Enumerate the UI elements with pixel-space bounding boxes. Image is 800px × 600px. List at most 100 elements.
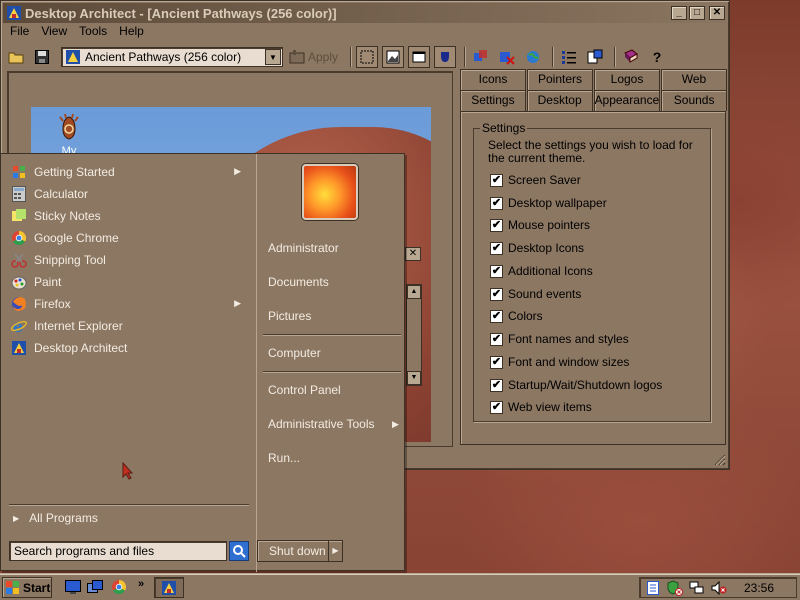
snipping-tool-icon [11, 252, 27, 268]
checkmark-icon[interactable]: ✔ [490, 400, 503, 414]
places-computer[interactable]: Computer [268, 343, 398, 363]
switch-windows-icon[interactable] [86, 579, 104, 595]
window-icon[interactable] [408, 46, 431, 68]
tab-appearance[interactable]: Appearance [593, 90, 661, 111]
program-getting-started[interactable]: Getting Started ▶ [11, 161, 249, 182]
places-administrative-tools[interactable]: Administrative Tools ▶ [268, 414, 399, 434]
volume-muted-icon[interactable] [710, 580, 728, 596]
menu-help[interactable]: Help [119, 24, 144, 42]
chrome-icon[interactable] [110, 579, 128, 595]
checkmark-icon[interactable]: ✔ [490, 378, 503, 392]
checkmark-icon[interactable]: ✔ [490, 241, 503, 255]
refresh-icon[interactable] [470, 46, 492, 68]
globe-icon[interactable] [522, 46, 544, 68]
start-search-input[interactable]: Search programs and files [9, 541, 227, 561]
program-firefox[interactable]: Firefox ▶ [11, 293, 249, 314]
taskbar: Start » 23:56 [0, 573, 800, 600]
menu-view[interactable]: View [41, 24, 67, 42]
checkbox-web-view[interactable]: ✔ Web view items [490, 398, 592, 416]
screensaver-icon[interactable] [356, 46, 379, 68]
tab-desktop[interactable]: Desktop [526, 90, 593, 111]
places-pictures[interactable]: Pictures [268, 306, 398, 326]
program-internet-explorer[interactable]: e Internet Explorer [11, 315, 123, 336]
checkbox-mouse-pointers[interactable]: ✔ Mouse pointers [490, 216, 590, 234]
security-shield-icon[interactable] [666, 579, 684, 596]
checkmark-icon[interactable]: ✔ [490, 173, 503, 187]
menu-tools[interactable]: Tools [79, 24, 107, 42]
window-title: Desktop Architect - [Ancient Pathways (2… [25, 5, 337, 21]
checkbox-additional-icons[interactable]: ✔ Additional Icons [490, 262, 593, 280]
tab-logos[interactable]: Logos [594, 69, 660, 90]
taskbar-button-desktop-architect[interactable] [154, 577, 184, 598]
sticky-notes-icon [11, 208, 27, 224]
notepad-icon[interactable] [644, 580, 662, 596]
program-desktop-architect[interactable]: Desktop Architect [11, 337, 127, 358]
wallpaper-icon[interactable] [382, 46, 405, 68]
minimize-button[interactable]: _ [671, 6, 687, 20]
tab-pointers[interactable]: Pointers [527, 69, 593, 90]
all-programs-button[interactable]: ▶ All Programs [13, 511, 98, 525]
toolbar: Ancient Pathways (256 color) ▼ Apply ? [5, 44, 725, 70]
settings-group: Settings Select the settings you wish to… [473, 121, 711, 422]
checkmark-icon[interactable]: ✔ [490, 332, 503, 346]
start-button[interactable]: Start [2, 577, 52, 598]
checkbox-font-names[interactable]: ✔ Font names and styles [490, 330, 629, 348]
maximize-button[interactable]: □ [689, 6, 705, 20]
network-icon[interactable] [688, 580, 706, 596]
title-bar[interactable]: Desktop Architect - [Ancient Pathways (2… [3, 3, 727, 23]
calculator-icon [11, 185, 27, 202]
preview-scrollbar: ▲ ▼ [406, 284, 422, 386]
program-snipping-tool[interactable]: Snipping Tool [11, 249, 106, 270]
system-clock[interactable]: 23:56 [744, 581, 774, 595]
tab-web[interactable]: Web [661, 69, 727, 90]
checkmark-icon[interactable]: ✔ [490, 196, 503, 210]
checkmark-icon[interactable]: ✔ [490, 287, 503, 301]
checkbox-colors[interactable]: ✔ Colors [490, 307, 543, 325]
desktop-architect-icon [6, 5, 22, 21]
tab-sounds[interactable]: Sounds [661, 90, 728, 111]
theme-select[interactable]: Ancient Pathways (256 color) ▼ [61, 47, 283, 67]
places-documents[interactable]: Documents [268, 272, 398, 292]
delete-icon[interactable] [496, 46, 518, 68]
checkbox-screen-saver[interactable]: ✔ Screen Saver [490, 171, 581, 189]
places-administrator[interactable]: Administrator [268, 238, 398, 258]
checkbox-sound-events[interactable]: ✔ Sound events [490, 285, 581, 303]
checkbox-logos[interactable]: ✔ Startup/Wait/Shutdown logos [490, 376, 662, 394]
properties-icon[interactable] [584, 46, 606, 68]
close-button[interactable]: ✕ [709, 6, 725, 20]
places-run[interactable]: Run... [268, 448, 398, 468]
checkbox-desktop-icons[interactable]: ✔ Desktop Icons [490, 239, 584, 257]
program-google-chrome[interactable]: Google Chrome [11, 227, 119, 248]
search-icon[interactable] [229, 541, 249, 561]
dropdown-icon[interactable]: ▼ [265, 49, 281, 65]
all-programs-arrow-icon: ▶ [13, 513, 20, 523]
checkbox-desktop-wallpaper[interactable]: ✔ Desktop wallpaper [490, 194, 607, 212]
tab-icons[interactable]: Icons [460, 69, 526, 90]
shutdown-options-arrow-icon[interactable]: ▶ [328, 541, 342, 561]
checkmark-icon[interactable]: ✔ [490, 309, 503, 323]
colors-icon[interactable] [434, 46, 457, 68]
shutdown-button[interactable]: Shut down ▶ [257, 540, 343, 562]
program-calculator[interactable]: Calculator [11, 183, 88, 204]
quick-launch-more-button[interactable]: » [132, 576, 150, 592]
open-folder-icon[interactable] [5, 46, 27, 68]
checkmark-icon[interactable]: ✔ [490, 264, 503, 278]
show-desktop-icon[interactable] [64, 579, 82, 595]
program-sticky-notes[interactable]: Sticky Notes [11, 205, 101, 226]
checkmark-icon[interactable]: ✔ [490, 355, 503, 369]
list-icon[interactable] [558, 46, 580, 68]
program-paint[interactable]: Paint [11, 271, 61, 292]
places-control-panel[interactable]: Control Panel [268, 380, 398, 400]
help-icon[interactable]: ? [646, 46, 668, 68]
chrome-icon [11, 230, 27, 246]
user-avatar[interactable] [302, 164, 358, 220]
tab-settings[interactable]: Settings [460, 90, 526, 111]
menu-file[interactable]: File [10, 24, 29, 42]
checkmark-icon[interactable]: ✔ [490, 218, 503, 232]
resize-grip-icon[interactable] [712, 452, 726, 466]
save-icon[interactable] [31, 46, 53, 68]
checkbox-label: Additional Icons [508, 264, 593, 278]
checkbox-font-sizes[interactable]: ✔ Font and window sizes [490, 353, 629, 371]
apply-button[interactable]: Apply [289, 50, 338, 64]
book-icon[interactable] [620, 46, 642, 68]
